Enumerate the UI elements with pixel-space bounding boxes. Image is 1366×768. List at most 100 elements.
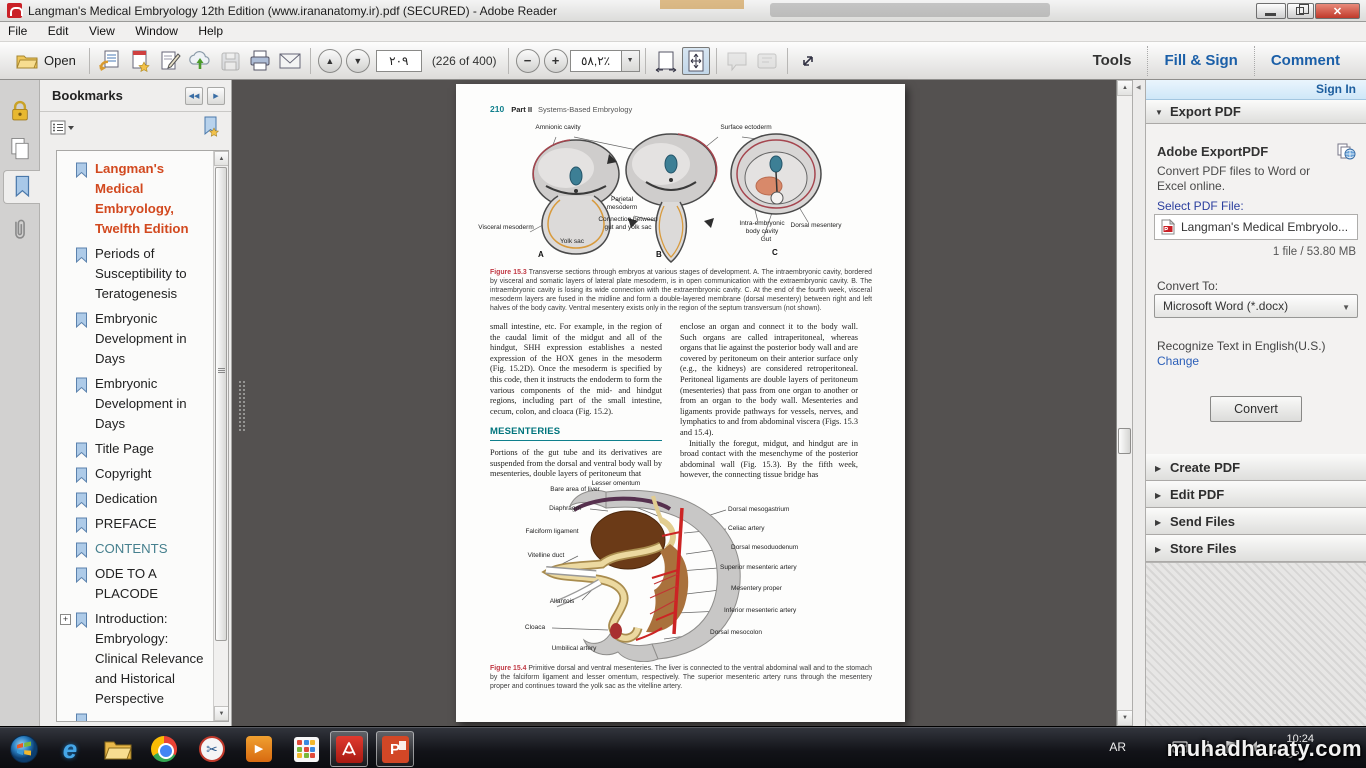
zoom-in-button[interactable]: + bbox=[544, 49, 568, 73]
bookmark-flag-icon bbox=[75, 492, 88, 508]
adobe-reader-icon bbox=[7, 3, 22, 18]
figure-15-4-caption: Figure 15.4 Primitive dorsal and ventral… bbox=[490, 664, 872, 691]
zoom-level-input[interactable]: ٥٨,٢٪ bbox=[570, 50, 622, 72]
bookmark-item[interactable]: + Introduction: Embryology: Clinical Rel… bbox=[57, 609, 212, 709]
menu-file[interactable]: File bbox=[0, 22, 35, 40]
menu-view[interactable]: View bbox=[81, 22, 123, 40]
media-player-button[interactable]: ▶ bbox=[243, 733, 275, 765]
bookmark-item[interactable]: Periods of Susceptibility to Teratogenes… bbox=[57, 244, 212, 304]
send-files-section[interactable]: ▶ Send Files bbox=[1146, 508, 1366, 535]
convert-button[interactable]: Convert bbox=[1210, 396, 1302, 422]
scroll-down-icon[interactable]: ▼ bbox=[214, 706, 229, 721]
section-heading: MESENTERIES bbox=[490, 427, 662, 438]
restore-button[interactable] bbox=[1287, 3, 1314, 19]
bookmark-item[interactable]: Title Page bbox=[57, 439, 212, 459]
tab-fill-sign[interactable]: Fill & Sign bbox=[1148, 52, 1253, 69]
next-page-button[interactable]: ▼ bbox=[346, 49, 370, 73]
tab-comment[interactable]: Comment bbox=[1255, 52, 1356, 69]
expand-panel-button[interactable]: ▶ bbox=[207, 87, 225, 105]
menu-edit[interactable]: Edit bbox=[40, 22, 77, 40]
cloud-upload-icon bbox=[188, 49, 212, 73]
security-lock-button[interactable] bbox=[3, 94, 37, 128]
main-area: Bookmarks ◀◀ ▶ bbox=[0, 80, 1366, 726]
pdf-file-icon bbox=[1161, 219, 1175, 235]
collapse-panel-button[interactable]: ◀◀ bbox=[185, 87, 203, 105]
expand-bookmark-button[interactable]: + bbox=[60, 614, 71, 625]
bookmarks-scroll-thumb[interactable] bbox=[215, 167, 227, 641]
figure-15-3-tag: Figure 15.3 bbox=[490, 269, 527, 276]
note-icon bbox=[755, 49, 779, 73]
paperclip-icon bbox=[7, 216, 33, 242]
bookmark-item[interactable]: Embryonic Development in Days bbox=[57, 309, 212, 369]
bookmark-label: PREFACE bbox=[95, 516, 157, 531]
menu-help[interactable]: Help bbox=[190, 22, 231, 40]
create-pdf-section[interactable]: ▶ Create PDF bbox=[1146, 454, 1366, 481]
format-dropdown[interactable]: Microsoft Word (*.docx) ▼ bbox=[1154, 294, 1358, 318]
windows-explorer-button[interactable] bbox=[102, 733, 134, 765]
store-files-section[interactable]: ▶ Store Files bbox=[1146, 535, 1366, 562]
comment-bubble-button[interactable] bbox=[723, 47, 751, 75]
floppy-save-icon bbox=[218, 49, 242, 73]
attachments-button[interactable] bbox=[3, 212, 37, 246]
save-button[interactable] bbox=[216, 47, 244, 75]
powerpoint-taskbar-button[interactable]: P bbox=[376, 731, 414, 767]
language-indicator[interactable]: AR bbox=[1109, 740, 1126, 754]
chrome-button[interactable] bbox=[148, 733, 180, 765]
close-button[interactable]: ✕ bbox=[1315, 3, 1360, 19]
zoom-out-button[interactable]: − bbox=[516, 49, 540, 73]
select-pdf-file-link[interactable]: Select PDF File: bbox=[1157, 199, 1244, 213]
selected-file-box[interactable]: Langman's Medical Embryolo... bbox=[1154, 214, 1358, 240]
bookmark-star-icon bbox=[199, 116, 223, 138]
bookmark-item[interactable]: Copyright bbox=[57, 464, 212, 484]
figure-15-3-art bbox=[456, 124, 905, 264]
file-size-label: 1 file / 53.80 MB bbox=[1273, 246, 1356, 258]
change-language-link[interactable]: Change bbox=[1157, 354, 1199, 368]
sign-document-button[interactable] bbox=[156, 47, 184, 75]
internet-explorer-button[interactable]: e bbox=[54, 733, 86, 765]
fullscreen-button[interactable] bbox=[794, 47, 822, 75]
create-pdf-button[interactable] bbox=[126, 47, 154, 75]
share-document-button[interactable] bbox=[96, 47, 124, 75]
menu-window[interactable]: Window bbox=[127, 22, 186, 40]
new-bookmark-button[interactable] bbox=[199, 116, 223, 138]
bookmarks-options-row bbox=[40, 113, 231, 143]
panel-drag-handle[interactable] bbox=[238, 380, 247, 432]
bookmark-item[interactable]: Langman's Medical Embryology, Twelfth Ed… bbox=[57, 159, 212, 239]
page-number-input[interactable]: ٢٠٩ bbox=[376, 50, 422, 72]
zoom-dropdown-button[interactable]: ▼ bbox=[622, 50, 640, 72]
bookmark-item[interactable]: ODE TO A PLACODE bbox=[57, 564, 212, 604]
fit-width-button[interactable] bbox=[652, 47, 680, 75]
edit-pdf-section[interactable]: ▶ Edit PDF bbox=[1146, 481, 1366, 508]
bookmark-flag-icon bbox=[75, 247, 88, 263]
fit-page-button[interactable] bbox=[682, 47, 710, 75]
scroll-up-icon[interactable]: ▲ bbox=[1117, 80, 1133, 96]
document-scroll-thumb[interactable] bbox=[1118, 428, 1131, 454]
document-scrollbar[interactable]: ▲ ▼ bbox=[1116, 80, 1132, 726]
highlight-button[interactable] bbox=[753, 47, 781, 75]
bookmark-item[interactable]: Embryonic Development in Days bbox=[57, 374, 212, 434]
start-button[interactable] bbox=[8, 733, 40, 765]
bookmark-item[interactable]: Dedication bbox=[57, 489, 212, 509]
bookmark-item[interactable]: CONTENTS bbox=[57, 539, 212, 559]
sign-in-link[interactable]: Sign In bbox=[1316, 82, 1356, 96]
print-button[interactable] bbox=[246, 47, 274, 75]
bookmark-item[interactable]: PREFACE bbox=[57, 514, 212, 534]
email-button[interactable] bbox=[276, 47, 304, 75]
scroll-up-icon[interactable]: ▲ bbox=[214, 151, 229, 166]
bookmark-icon bbox=[9, 174, 35, 200]
open-button[interactable]: Open bbox=[8, 46, 84, 76]
tab-tools[interactable]: Tools bbox=[1077, 52, 1148, 69]
export-pdf-section-header[interactable]: ▼ Export PDF bbox=[1146, 100, 1366, 124]
snipping-tool-button[interactable]: ✂ bbox=[196, 733, 228, 765]
bookmarks-options-button[interactable] bbox=[48, 118, 78, 138]
scroll-down-icon[interactable]: ▼ bbox=[1117, 710, 1133, 726]
previous-page-button[interactable]: ▲ bbox=[318, 49, 342, 73]
page-thumbnails-button[interactable] bbox=[3, 132, 37, 166]
bookmarks-panel-button[interactable] bbox=[3, 170, 40, 204]
panel-splitter[interactable]: ◀ bbox=[1132, 80, 1146, 726]
bookmarks-scrollbar[interactable]: ▲ ▼ bbox=[213, 151, 228, 721]
app-grid-button[interactable] bbox=[290, 733, 322, 765]
upload-cloud-button[interactable] bbox=[186, 47, 214, 75]
adobe-reader-taskbar-button[interactable] bbox=[330, 731, 368, 767]
minimize-button[interactable] bbox=[1256, 3, 1286, 19]
